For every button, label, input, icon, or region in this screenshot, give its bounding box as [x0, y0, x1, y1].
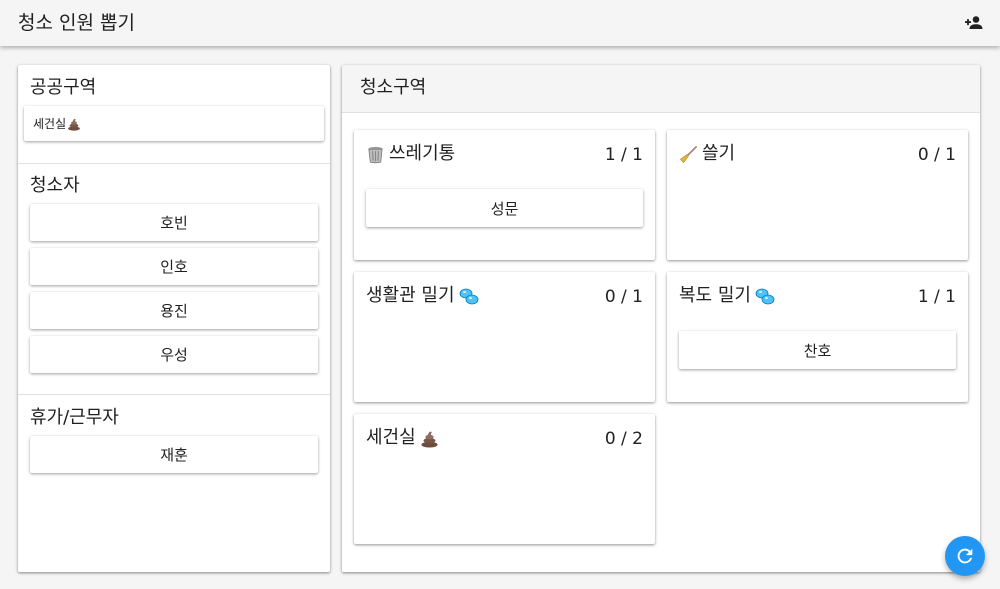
zone-title: 쓰레기통 [366, 142, 455, 166]
zone-name: 생활관 밀기 [366, 285, 455, 306]
assignee-button[interactable]: 찬호 [679, 331, 956, 369]
zone-count: 1 / 1 [604, 145, 643, 165]
public-zone-item-label: 세건실 [33, 117, 67, 131]
bubbles-icon [459, 288, 478, 305]
zone-title: 쓸기 [679, 142, 735, 166]
app-title: 청소 인원 뽑기 [18, 12, 135, 34]
public-zone-title: 공공구역 [30, 77, 97, 98]
add-person-button[interactable] [962, 11, 986, 35]
zone-count: 1 / 1 [917, 287, 956, 307]
zone-count: 0 / 2 [604, 429, 643, 449]
poop-icon [68, 118, 81, 131]
cleaner-button[interactable]: 우성 [30, 336, 318, 373]
zone-card-sweep[interactable]: 쓸기 0 / 1 [667, 130, 968, 260]
cleaning-zones-header: 청소구역 [342, 65, 980, 113]
public-zone-item[interactable]: 세건실 [24, 106, 324, 141]
bubbles-icon [755, 288, 775, 305]
cleaning-zones-title: 청소구역 [360, 77, 427, 98]
refresh-icon [957, 548, 973, 564]
zone-name: 복도 밀기 [679, 285, 751, 306]
poop-icon [421, 431, 438, 448]
zone-title: 생활관 밀기 [366, 284, 479, 308]
zone-name: 쓰레기통 [389, 143, 456, 164]
members-panel: 공공구역 세건실 청소자 호빈 인호 용진 우성 휴가/근무자 재훈 [18, 65, 330, 572]
assignee-button[interactable]: 성문 [366, 189, 643, 227]
off-duty-title: 휴가/근무자 [30, 407, 119, 428]
trash-can-icon [368, 146, 383, 163]
cleaning-zones-panel: 청소구역 쓰레기통 1 / 1 성문 쓸기 0 / 1 생활관 밀기 0 / 1… [342, 65, 980, 572]
broom-icon [679, 145, 697, 163]
app-bar: 청소 인원 뽑기 [0, 0, 1000, 46]
zone-count: 0 / 1 [604, 287, 643, 307]
cleaners-title: 청소자 [30, 175, 80, 196]
zone-card-hallway-mop[interactable]: 복도 밀기 1 / 1 찬호 [667, 272, 968, 402]
cleaner-button[interactable]: 호빈 [30, 204, 318, 241]
cleaner-button[interactable]: 용진 [30, 292, 318, 329]
zone-title: 복도 밀기 [679, 284, 775, 308]
refresh-button[interactable] [945, 536, 985, 576]
zone-card-trash[interactable]: 쓰레기통 1 / 1 성문 [354, 130, 655, 260]
cleaning-zones-body: 쓰레기통 1 / 1 성문 쓸기 0 / 1 생활관 밀기 0 / 1 복도 밀… [342, 113, 980, 572]
off-duty-button[interactable]: 재훈 [30, 436, 318, 473]
person-add-icon [965, 16, 983, 29]
zone-card-dorm-mop[interactable]: 생활관 밀기 0 / 1 [354, 272, 655, 402]
zone-count: 0 / 1 [917, 145, 956, 165]
zone-name: 쓸기 [702, 143, 736, 164]
cleaners-section: 청소자 호빈 인호 용진 우성 [18, 164, 330, 394]
public-zone-section: 공공구역 세건실 [18, 65, 330, 163]
cleaner-button[interactable]: 인호 [30, 248, 318, 285]
off-duty-section: 휴가/근무자 재훈 [18, 395, 330, 515]
zone-name: 세건실 [366, 427, 416, 448]
zone-card-washroom[interactable]: 세건실 0 / 2 [354, 414, 655, 544]
zone-title: 세건실 [366, 426, 439, 450]
